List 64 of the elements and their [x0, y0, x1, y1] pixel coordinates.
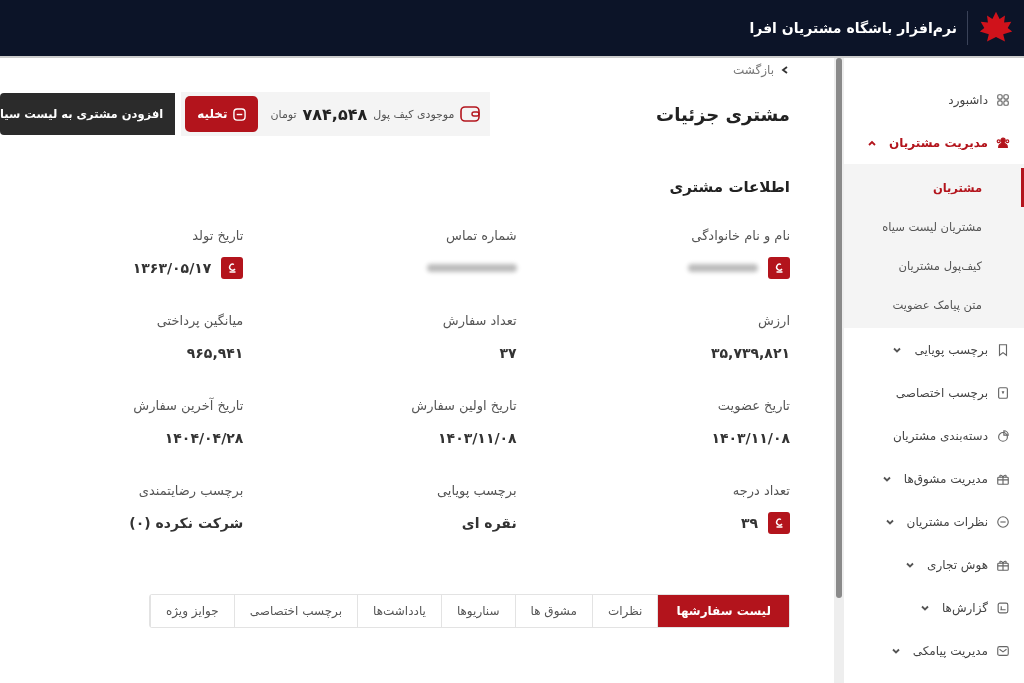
- field-value: ۱۴۰۴/۰۴/۲۸: [164, 430, 244, 446]
- edit-icon: [773, 262, 785, 274]
- field-value: نقره ای: [461, 515, 517, 531]
- edit-button[interactable]: [768, 257, 790, 279]
- app-title: نرم‌افزار باشگاه مشتریان افرا: [749, 20, 957, 36]
- tab[interactable]: لیست سفارشها: [657, 595, 789, 627]
- edit-button[interactable]: [221, 257, 244, 279]
- field-label: برچسب رضایتمندی: [137, 483, 244, 498]
- field-value: ۱۴۰۳/۱۱/۰۸: [438, 430, 517, 446]
- field-value: ۳۹: [740, 515, 758, 531]
- tag-icon: [996, 385, 1010, 400]
- currency-label: تومان: [270, 107, 297, 121]
- wallet-label: موجودی کیف پول: [373, 107, 455, 121]
- field-label: شماره تماس: [445, 228, 517, 243]
- minus-icon: [233, 107, 247, 121]
- edit-icon: [773, 517, 785, 529]
- field-label: تاریخ عضویت: [716, 398, 790, 413]
- sidebar-item[interactable]: برچسب پویایی: [844, 328, 1024, 371]
- bookmark-icon: [996, 342, 1010, 357]
- wallet-icon: [460, 105, 481, 123]
- sidebar-item[interactable]: برچسب اختصاصی: [844, 371, 1024, 414]
- sidebar-item[interactable]: مدیریت پیامکی: [844, 629, 1024, 672]
- section-title: اطلاعات مشتری: [668, 178, 790, 196]
- blacklist-button[interactable]: افزودن مشتری به لیست سیا: [0, 93, 176, 135]
- field-label: تعداد سفارش: [441, 313, 517, 328]
- sidebar-item[interactable]: هوش تجاری: [844, 543, 1024, 586]
- field-value: ۱۳۶۳/۰۵/۱۷: [132, 260, 212, 276]
- sidebar-item[interactable]: داشبورد: [844, 78, 1024, 121]
- field-value: ۳۵,۷۳۹,۸۲۱: [711, 345, 790, 361]
- field-value: ۹۶۵,۹۴۱: [186, 345, 244, 361]
- field-value: ۳۷: [499, 345, 517, 361]
- sidebar-item[interactable]: گزارش‌ها: [844, 586, 1024, 629]
- empty-wallet-button[interactable]: تخلیه: [185, 96, 259, 132]
- edit-button[interactable]: [768, 512, 790, 534]
- submenu-item[interactable]: مشتریان لیست سیاه: [844, 207, 1024, 246]
- scrollbar[interactable]: [834, 58, 844, 683]
- field-label: تعداد درجه: [731, 483, 790, 498]
- submenu-item[interactable]: مشتریان: [844, 168, 1024, 207]
- field-label: نام و نام خانوادگی: [690, 228, 790, 243]
- field-value: شرکت نکرده (۰): [129, 515, 244, 531]
- field-label: تاریخ اولین سفارش: [410, 398, 517, 413]
- edit-icon: [226, 262, 239, 274]
- sidebar-item[interactable]: نظرات مشتریان: [844, 500, 1024, 543]
- report-icon: [996, 600, 1010, 615]
- mail-icon: [996, 643, 1010, 658]
- field-label: میانگین پرداختی: [155, 313, 244, 328]
- wallet-amount: ۷۸۴,۵۴۸: [302, 104, 368, 124]
- grid-icon: [996, 92, 1010, 107]
- sidebar-item[interactable]: مدیریت مشوق‌ها: [844, 457, 1024, 500]
- field-label: تاریخ تولد: [191, 228, 244, 243]
- comment-icon: [996, 514, 1010, 529]
- sidebar-item[interactable]: مدیریت مشتریان: [844, 121, 1024, 164]
- back-link[interactable]: بازگشت: [733, 60, 790, 80]
- pie-icon: [996, 428, 1010, 443]
- field-label: تاریخ آخرین سفارش: [132, 398, 244, 413]
- submenu-item[interactable]: کیف‌پول مشتریان: [844, 246, 1024, 285]
- page-title: مشتری جزئیات: [656, 103, 790, 125]
- field-label: برچسب پویایی: [435, 483, 517, 498]
- sidebar-item[interactable]: دسته‌بندی مشتریان: [844, 414, 1024, 457]
- field-value: ۱۴۰۳/۱۱/۰۸: [711, 430, 790, 446]
- submenu-item[interactable]: متن پیامک عضویت: [844, 285, 1024, 324]
- chevron-left-icon: [780, 65, 790, 75]
- people-icon: [996, 135, 1010, 150]
- field-label: ارزش: [756, 313, 790, 328]
